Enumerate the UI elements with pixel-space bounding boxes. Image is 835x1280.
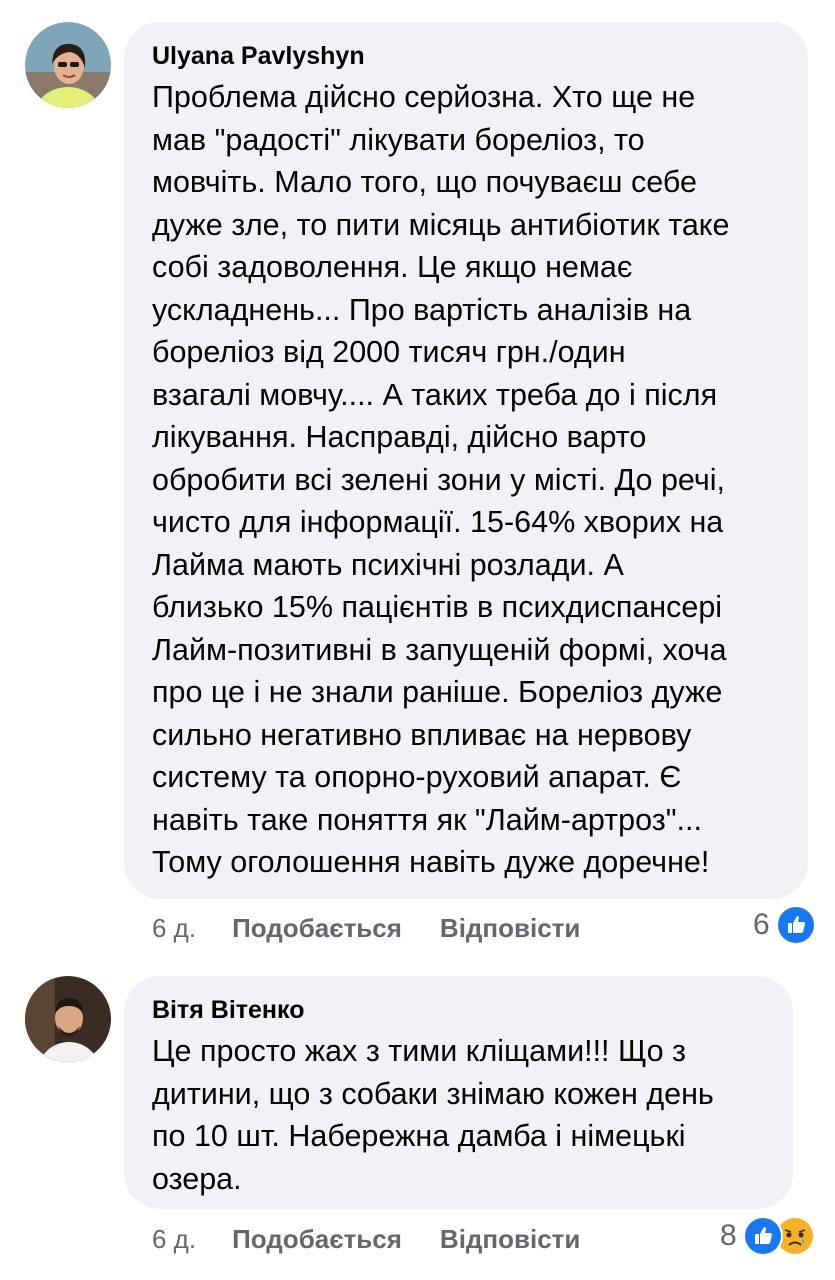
comment-actions: 6 д. Подобається Відповісти [152,910,580,946]
comment-text: Це просто жах з тими кліщами!!! Що з дит… [152,1034,714,1196]
reaction-summary[interactable]: 6 [753,905,816,945]
comment-timestamp[interactable]: 6 д. [152,1224,196,1255]
reaction-count: 6 [753,908,770,941]
like-icon [742,1216,783,1256]
comment-author[interactable]: Вітя Вітенко [152,994,765,1026]
like-button[interactable]: Подобається [232,1224,402,1255]
reaction-summary[interactable]: 8 [720,1216,815,1256]
reply-button[interactable]: Відповісти [440,1224,580,1255]
reply-button[interactable]: Відповісти [440,913,580,944]
reaction-count: 8 [720,1219,737,1252]
comment-timestamp[interactable]: 6 д. [152,913,196,944]
like-icon [775,905,816,945]
comment-actions: 6 д. Подобається Відповісти [152,1221,580,1257]
comment-text: Проблема дійсно серйозна. Хто ще не мав … [152,80,730,879]
comment-bubble: Ulyana Pavlyshyn Проблема дійсно серйозн… [124,22,808,899]
avatar[interactable] [25,22,111,108]
avatar[interactable] [25,976,111,1062]
comment-author[interactable]: Ulyana Pavlyshyn [152,40,780,72]
comment-bubble: Вітя Вітенко Це просто жах з тими кліщам… [124,976,793,1209]
like-button[interactable]: Подобається [232,913,402,944]
